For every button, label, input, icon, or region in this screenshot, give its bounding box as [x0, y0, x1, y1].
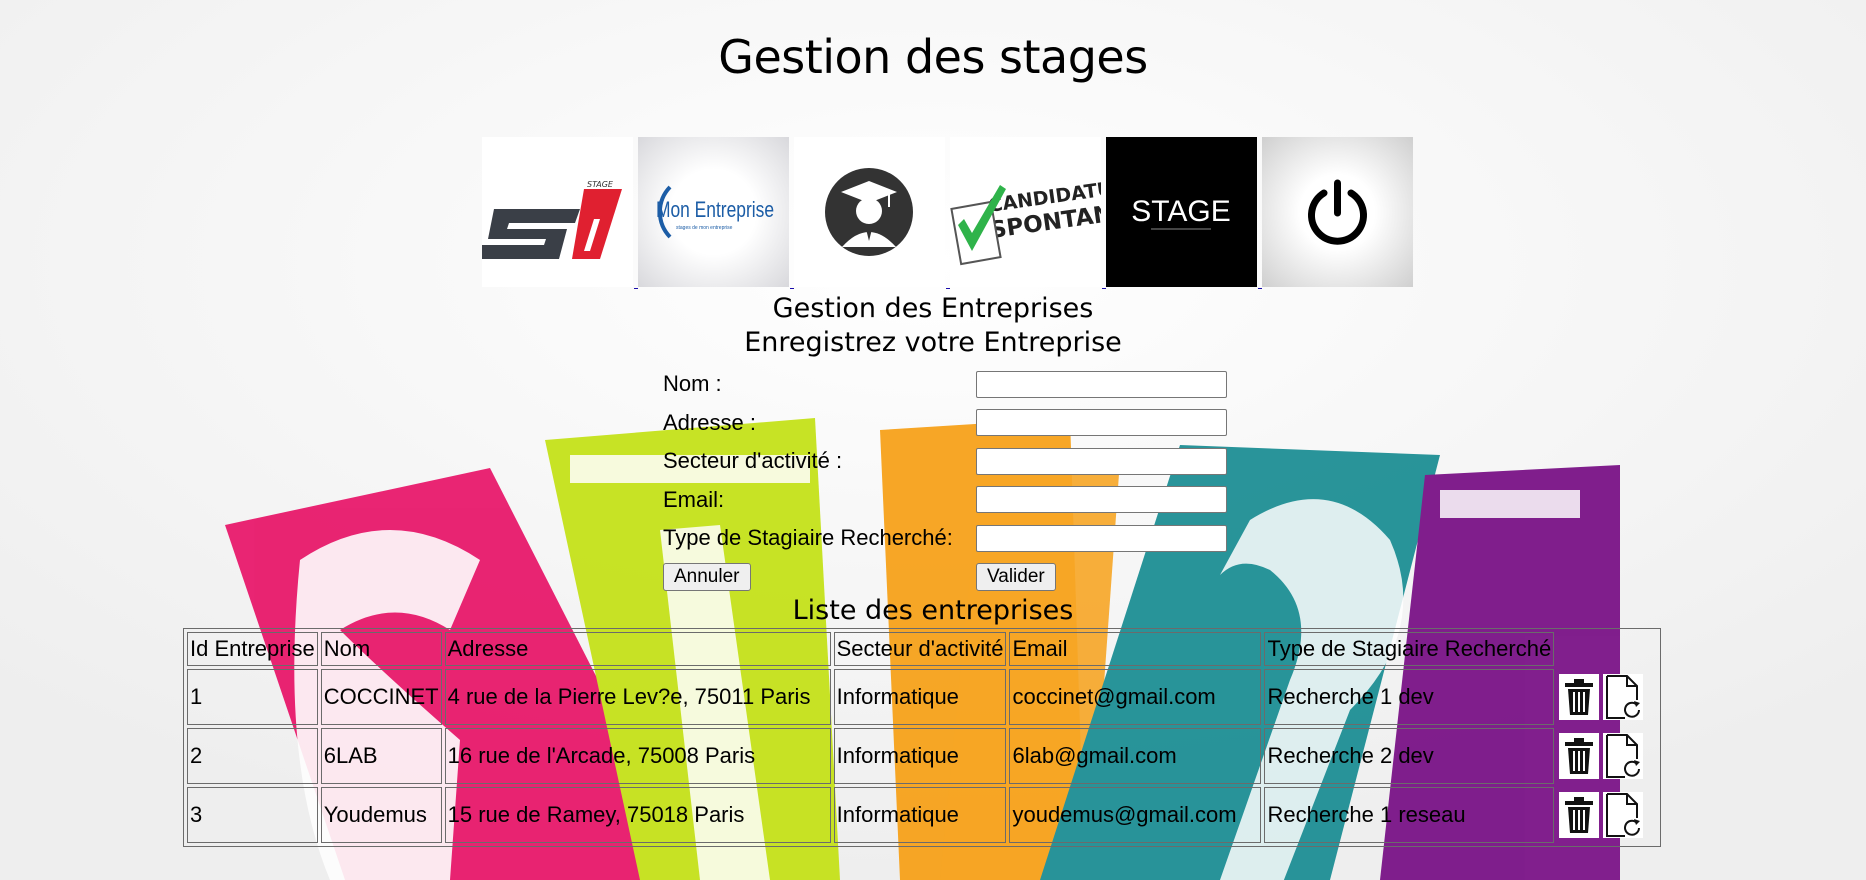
logo-text: STAGE	[587, 180, 614, 189]
cell-email: 6lab@gmail.com	[1009, 728, 1262, 784]
row-actions	[1557, 728, 1657, 784]
cell-secteur: Informatique	[833, 787, 1007, 843]
mon-entreprise-logo: Mon Entreprise stages de mon entreprise	[638, 137, 789, 287]
secteur-input[interactable]	[976, 447, 1227, 475]
column-header-id: Id Entreprise	[187, 632, 318, 666]
cell-nom: Youdemus	[320, 787, 442, 843]
logo-subtext: stages de mon entreprise	[676, 225, 733, 231]
adresse-label: Adresse :	[663, 409, 756, 435]
cell-email: coccinet@gmail.com	[1009, 669, 1262, 725]
email-input[interactable]	[976, 486, 1227, 514]
column-header-type: Type de Stagiaire Recherché	[1264, 632, 1555, 666]
form-row-secteur: Secteur d'activité :	[663, 442, 1233, 481]
cell-email: youdemus@gmail.com	[1009, 787, 1262, 843]
nav-logout[interactable]	[1262, 137, 1413, 287]
graduate-icon	[794, 137, 945, 287]
cancel-button[interactable]: Annuler	[663, 562, 751, 591]
company-form: Nom : Adresse : Secteur d'activité : Ema…	[663, 365, 1233, 596]
column-header-adresse: Adresse	[444, 632, 831, 666]
list-title: Liste des entreprises	[792, 595, 1074, 626]
nav-stage-s1[interactable]: STAGE	[482, 137, 638, 289]
stage-s1-logo: STAGE	[482, 137, 633, 287]
type-input[interactable]	[976, 524, 1227, 552]
cell-id: 1	[187, 669, 318, 725]
table-row: 1 COCCINET 4 rue de la Pierre Lev?e, 750…	[187, 669, 1657, 725]
form-row-email: Email:	[663, 481, 1233, 520]
column-header-secteur: Secteur d'activité	[833, 632, 1007, 666]
type-label: Type de Stagiaire Recherché:	[663, 525, 953, 551]
cell-adresse: 4 rue de la Pierre Lev?e, 75011 Paris	[444, 669, 831, 725]
cell-nom: COCCINET	[320, 669, 442, 725]
trash-icon[interactable]	[1559, 733, 1600, 779]
form-title: Enregistrez votre Entreprise	[744, 327, 1122, 358]
logo-text: STAGE	[1131, 195, 1230, 228]
cell-nom: 6LAB	[320, 728, 442, 784]
cell-secteur: Informatique	[833, 669, 1007, 725]
nav-mon-entreprise[interactable]: Mon Entreprise stages de mon entreprise	[638, 137, 794, 289]
edit-document-icon[interactable]	[1603, 733, 1644, 779]
row-actions	[1557, 787, 1657, 843]
form-row-type: Type de Stagiaire Recherché:	[663, 519, 1233, 558]
edit-document-icon[interactable]	[1603, 792, 1644, 838]
logo-text: Mon Entreprise	[656, 197, 774, 222]
trash-icon[interactable]	[1559, 674, 1600, 720]
form-row-nom: Nom :	[663, 365, 1233, 404]
nom-input[interactable]	[976, 370, 1227, 398]
submit-button[interactable]: Valider	[976, 562, 1056, 591]
cell-secteur: Informatique	[833, 728, 1007, 784]
edit-document-icon[interactable]	[1603, 674, 1644, 720]
cell-type: Recherche 2 dev	[1264, 728, 1555, 784]
section-title: Gestion des Entreprises	[772, 293, 1094, 324]
table-row: 2 6LAB 16 rue de l'Arcade, 75008 Paris I…	[187, 728, 1657, 784]
table-row: 3 Youdemus 15 rue de Ramey, 75018 Paris …	[187, 787, 1657, 843]
email-label: Email:	[663, 486, 725, 512]
adresse-input[interactable]	[976, 409, 1227, 437]
cell-id: 3	[187, 787, 318, 843]
main-nav: STAGE Mon Entreprise stages de mon entre…	[482, 137, 1413, 289]
column-header-email: Email	[1009, 632, 1262, 666]
nav-stage[interactable]: STAGE	[1106, 137, 1262, 289]
cell-type: Recherche 1 reseau	[1264, 787, 1555, 843]
trash-icon[interactable]	[1559, 792, 1600, 838]
cell-adresse: 16 rue de l'Arcade, 75008 Paris	[444, 728, 831, 784]
column-header-nom: Nom	[320, 632, 442, 666]
stage-logo: STAGE	[1106, 137, 1257, 287]
form-buttons: Annuler Valider	[663, 558, 1233, 597]
table-header-row: Id Entreprise Nom Adresse Secteur d'acti…	[187, 632, 1657, 666]
candidature-spontanee-logo: CANDIDATURE SPONTANÉE	[950, 137, 1101, 287]
nom-label: Nom :	[663, 371, 722, 397]
column-header-actions	[1557, 632, 1657, 666]
power-icon	[1262, 137, 1413, 287]
form-row-adresse: Adresse :	[663, 404, 1233, 443]
secteur-label: Secteur d'activité :	[663, 448, 843, 474]
nav-stagiaire[interactable]	[794, 137, 950, 289]
cell-type: Recherche 1 dev	[1264, 669, 1555, 725]
row-actions	[1557, 669, 1657, 725]
companies-table: Id Entreprise Nom Adresse Secteur d'acti…	[183, 628, 1662, 847]
nav-candidature-spontanee[interactable]: CANDIDATURE SPONTANÉE	[950, 137, 1106, 289]
cell-id: 2	[187, 728, 318, 784]
page-title: Gestion des stages	[718, 30, 1148, 84]
cell-adresse: 15 rue de Ramey, 75018 Paris	[444, 787, 831, 843]
